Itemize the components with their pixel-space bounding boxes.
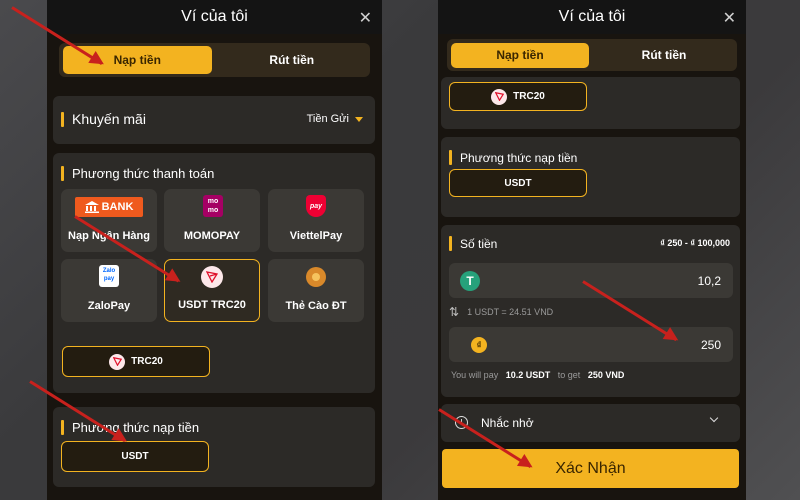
network-trc20-button[interactable]: TRC20 bbox=[62, 346, 210, 377]
promo-value: Tiền Gửi bbox=[306, 113, 349, 125]
exchange-rate: 1 USDT = 24.51 VND bbox=[467, 307, 554, 317]
promo-select[interactable]: Tiền Gửi bbox=[307, 113, 363, 125]
network-trc20-button[interactable]: TRC20 bbox=[449, 82, 587, 111]
deposit-method-label-row: Phương thức nạp tiền bbox=[449, 150, 577, 165]
amount-label-row: Số tiền bbox=[449, 236, 497, 251]
panel-header: Ví của tôi ✕ bbox=[438, 0, 746, 34]
bank-logo-icon: BANK bbox=[75, 197, 143, 217]
tether-icon: T bbox=[460, 271, 480, 291]
reminder-label: Nhắc nhở bbox=[481, 416, 534, 430]
vnd-amount-input[interactable]: ₫ 250 bbox=[449, 327, 733, 362]
network-card: TRC20 bbox=[441, 77, 740, 129]
panel-title: Ví của tôi bbox=[558, 8, 626, 25]
confirm-button[interactable]: Xác Nhận bbox=[442, 449, 739, 488]
deposit-method-card: Phương thức nạp tiền USDT bbox=[441, 137, 740, 217]
usdt-amount-value: 10,2 bbox=[697, 274, 721, 288]
method-bank[interactable]: BANK Nạp Ngân Hàng bbox=[61, 189, 157, 252]
amount-label: Số tiền bbox=[460, 236, 498, 251]
close-icon[interactable]: ✕ bbox=[359, 8, 372, 28]
momo-logo-icon: mo mo bbox=[203, 195, 223, 217]
method-usdt-trc20[interactable]: USDT TRC20 bbox=[164, 259, 260, 322]
promo-label: Khuyến mãi bbox=[72, 111, 146, 127]
caret-down-icon bbox=[355, 116, 363, 122]
method-label: ViettelPay bbox=[289, 230, 343, 242]
tron-logo-icon bbox=[109, 353, 126, 370]
payment-label: Phương thức thanh toán bbox=[72, 166, 215, 181]
tab-deposit[interactable]: Nạp tiền bbox=[63, 46, 212, 74]
tab-deposit[interactable]: Nạp tiền bbox=[451, 42, 589, 68]
pay-summary: You will pay 10.2 USDT to get 250 VND bbox=[451, 370, 625, 380]
close-icon[interactable]: ✕ bbox=[723, 8, 736, 28]
deposit-method-label: Phương thức nạp tiền bbox=[460, 150, 578, 165]
zalopay-logo-icon: Zalo pay bbox=[99, 265, 119, 287]
panel-title: Ví của tôi bbox=[181, 8, 248, 25]
tab-withdraw[interactable]: Rút tiền bbox=[595, 43, 733, 68]
swap-arrows-icon: ⇅ bbox=[449, 305, 460, 319]
exchange-rate-row: ⇅ 1 USDT = 24.51 VND bbox=[449, 305, 553, 319]
phone-card-icon bbox=[306, 267, 326, 287]
vnd-amount-value: 250 bbox=[700, 338, 721, 352]
method-label: USDT TRC20 bbox=[178, 299, 246, 311]
usdt-amount-input[interactable]: T 10,2 bbox=[449, 263, 733, 298]
panel-header: Ví của tôi ✕ bbox=[47, 0, 382, 34]
deposit-method-card: Phương thức nạp tiền USDT bbox=[53, 407, 375, 487]
tron-logo-icon bbox=[491, 88, 508, 105]
amount-card: Số tiền ₫ 250 - ₫ 100,000 T 10,2 ⇅ 1 USD… bbox=[441, 225, 740, 397]
deposit-method-label: Phương thức nạp tiền bbox=[72, 420, 200, 435]
usdt-button[interactable]: USDT bbox=[61, 441, 209, 472]
tron-logo-icon bbox=[201, 266, 223, 288]
promo-label-row: Khuyến mãi bbox=[61, 111, 146, 127]
usdt-button[interactable]: USDT bbox=[449, 169, 587, 197]
method-label: MOMOPAY bbox=[183, 230, 241, 242]
tab-bar: Nạp tiền Rút tiền bbox=[447, 39, 737, 71]
method-zalopay[interactable]: Zalo pay ZaloPay bbox=[61, 259, 157, 322]
method-viettelpay[interactable]: pay ViettelPay bbox=[268, 189, 364, 252]
amount-range: ₫ 250 - ₫ 100,000 bbox=[660, 238, 730, 248]
chevron-down-icon bbox=[709, 413, 719, 423]
wallet-panel-right: Ví của tôi ✕ Nạp tiền Rút tiền TRC20 Phư… bbox=[438, 0, 746, 500]
deposit-method-label-row: Phương thức nạp tiền bbox=[61, 420, 199, 435]
payment-label-row: Phương thức thanh toán bbox=[61, 166, 214, 181]
promo-card[interactable]: Khuyến mãi Tiền Gửi bbox=[53, 96, 375, 144]
tab-withdraw[interactable]: Rút tiền bbox=[218, 46, 367, 74]
vnd-coin-icon: ₫ bbox=[471, 337, 487, 353]
payment-card: Phương thức thanh toán BANK Nạp Ngân Hàn… bbox=[53, 153, 375, 393]
method-label: ZaloPay bbox=[87, 300, 131, 312]
method-label: Thẻ Cào ĐT bbox=[285, 300, 347, 312]
method-momopay[interactable]: mo mo MOMOPAY bbox=[164, 189, 260, 252]
viettelpay-logo-icon: pay bbox=[306, 195, 326, 217]
method-phone-card[interactable]: Thẻ Cào ĐT bbox=[268, 259, 364, 322]
